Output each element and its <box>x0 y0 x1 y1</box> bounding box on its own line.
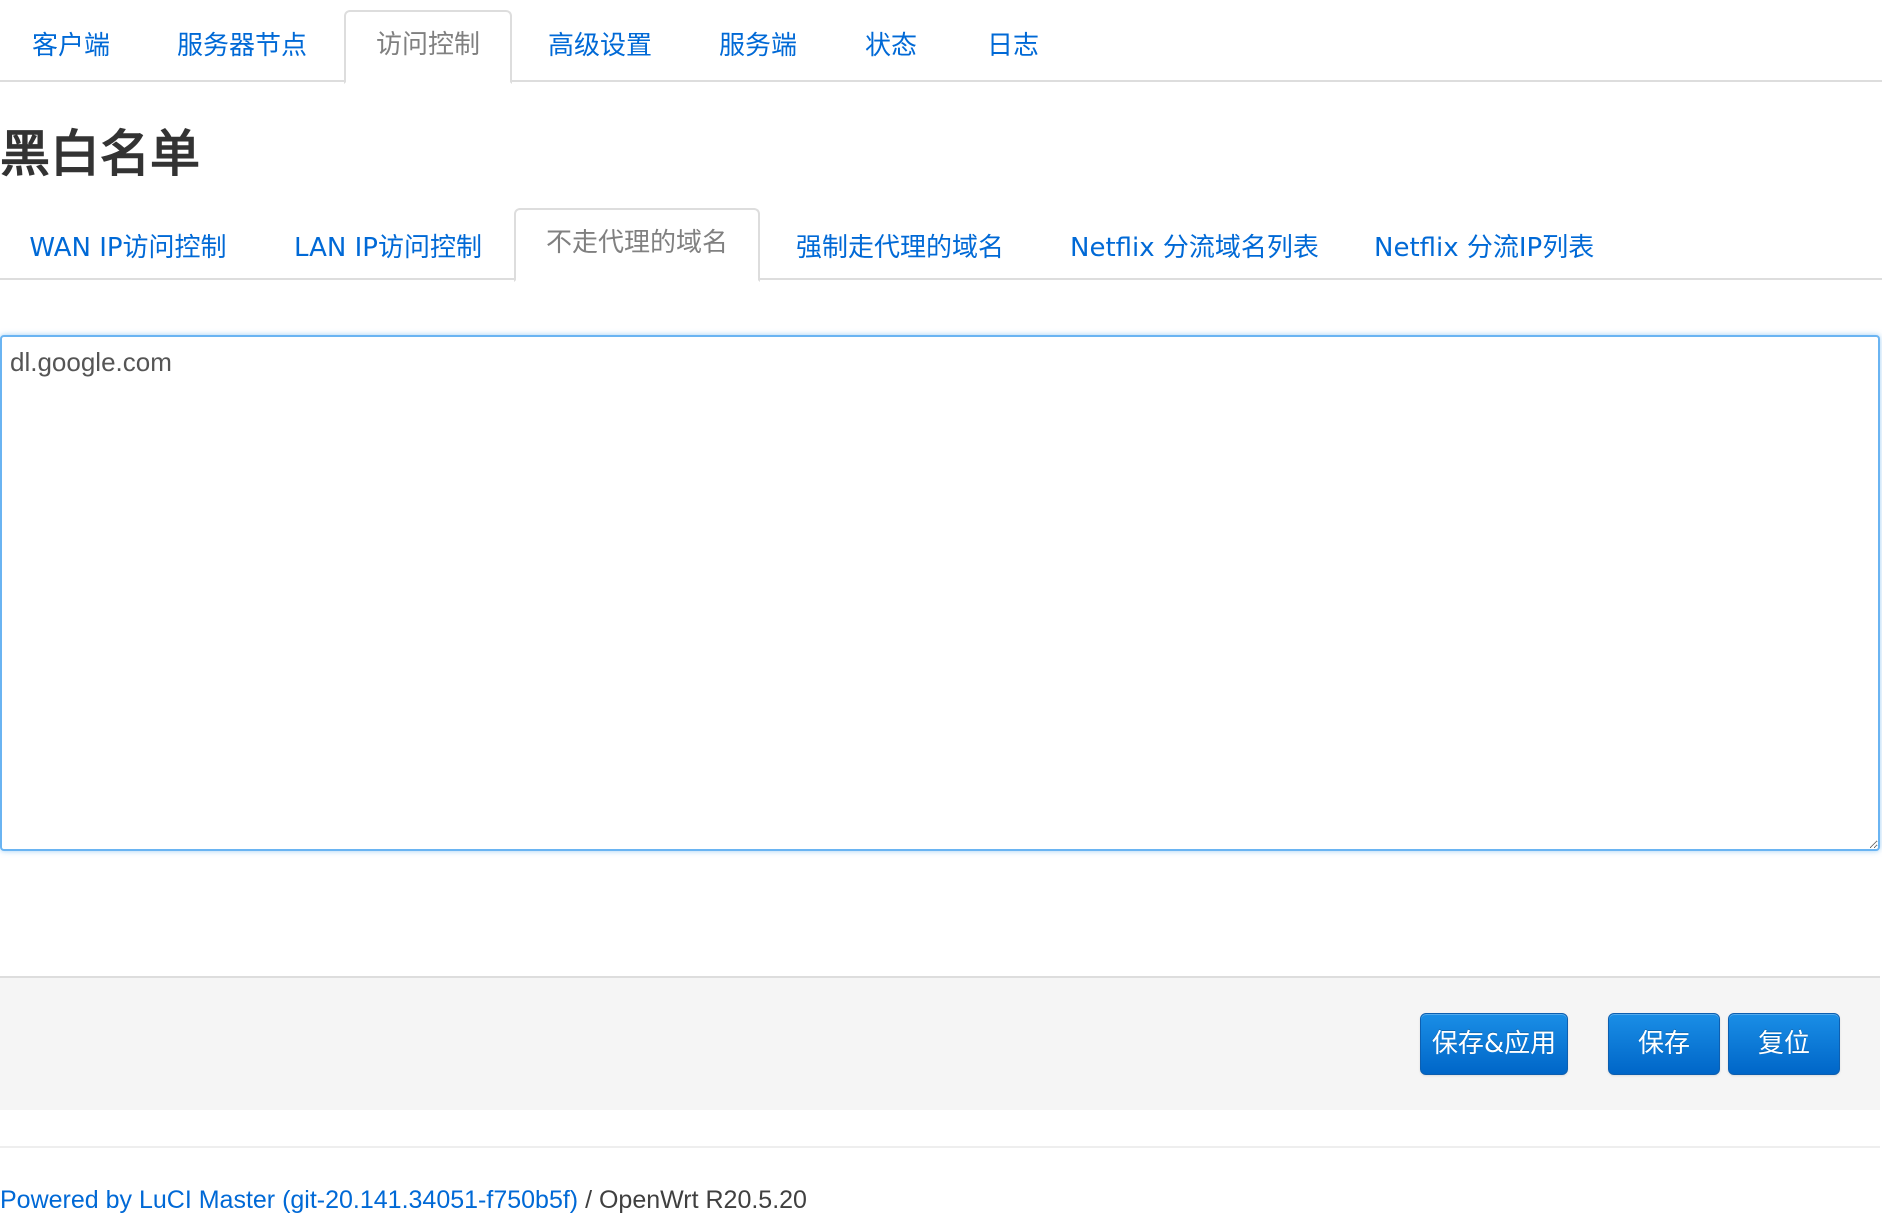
tab-access-control[interactable]: 访问控制 <box>344 10 512 84</box>
openwrt-version: OpenWrt R20.5.20 <box>598 1186 807 1214</box>
luci-version-link[interactable]: Powered by LuCI Master (git-20.141.34051… <box>0 1186 578 1214</box>
actions-bar: 保存&应用 保存 复位 <box>0 976 1880 1110</box>
domain-list-textarea[interactable]: dl.google.com <box>0 335 1880 851</box>
page: 客户端 服务器节点 访问控制 高级设置 服务端 状态 日志 黑白名单 WAN I… <box>0 0 1882 1224</box>
footer-divider <box>0 1146 1880 1148</box>
subtab-proxy-domains[interactable]: 强制走代理的域名 <box>794 226 1006 270</box>
subtab-netflix-domain-list[interactable]: Netflix 分流域名列表 <box>1070 226 1319 270</box>
tab-advanced-settings[interactable]: 高级设置 <box>544 26 656 66</box>
save-apply-button[interactable]: 保存&应用 <box>1420 1013 1568 1075</box>
sub-tab-bar: WAN IP访问控制 LAN IP访问控制 不走代理的域名 强制走代理的域名 N… <box>0 206 1882 282</box>
tab-client[interactable]: 客户端 <box>22 26 120 66</box>
subtab-wan-ip-access-control[interactable]: WAN IP访问控制 <box>28 226 228 270</box>
reset-button[interactable]: 复位 <box>1728 1013 1840 1075</box>
footer: Powered by LuCI Master (git-20.141.34051… <box>0 1184 807 1216</box>
footer-separator: / <box>578 1186 599 1214</box>
main-tab-bar: 客户端 服务器节点 访问控制 高级设置 服务端 状态 日志 <box>0 0 1882 84</box>
tab-server-nodes[interactable]: 服务器节点 <box>172 26 312 66</box>
subtab-lan-ip-access-control[interactable]: LAN IP访问控制 <box>290 226 486 270</box>
subtab-netflix-ip-list[interactable]: Netflix 分流IP列表 <box>1374 226 1594 270</box>
tab-status[interactable]: 状态 <box>860 26 922 66</box>
tab-log[interactable]: 日志 <box>982 26 1044 66</box>
tab-server[interactable]: 服务端 <box>714 26 802 66</box>
save-button[interactable]: 保存 <box>1608 1013 1720 1075</box>
subtab-direct-domains[interactable]: 不走代理的域名 <box>514 208 760 282</box>
section-title: 黑白名单 <box>0 125 200 183</box>
